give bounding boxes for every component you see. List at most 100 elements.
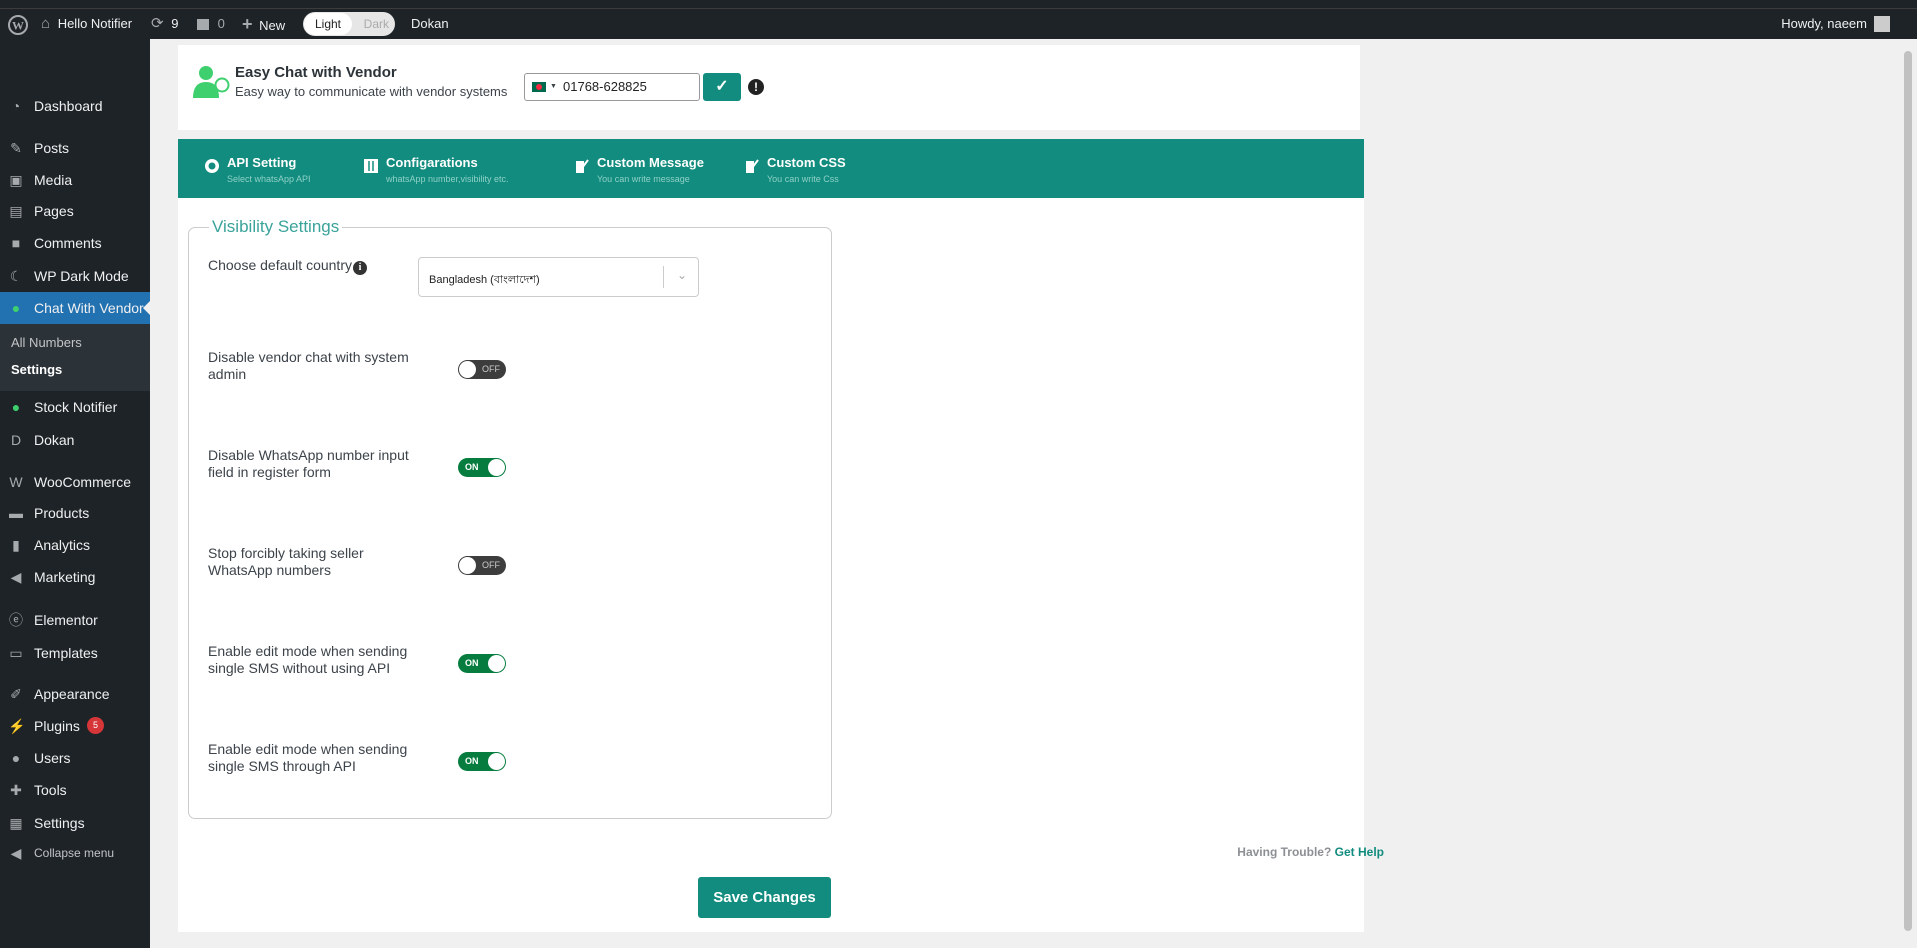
sidebar-item-woocommerce[interactable]: W WooCommerce xyxy=(0,466,150,498)
tab-subtitle: You can write message xyxy=(597,174,690,184)
verify-phone-button[interactable]: ✓ xyxy=(703,73,741,101)
sidebar-item-label: Plugins xyxy=(34,718,80,734)
sidebar-item-appearance[interactable]: ✐ Appearance xyxy=(0,678,150,710)
sidebar-item-media[interactable]: ▣ Media xyxy=(0,164,150,196)
submenu-all-numbers[interactable]: All Numbers xyxy=(11,335,82,350)
moon-icon: ☾ xyxy=(9,268,23,284)
tab-title: Custom CSS xyxy=(767,155,846,170)
woo-icon: W xyxy=(9,474,23,490)
toggle-state: ON xyxy=(465,756,479,766)
setting-label: Enable edit mode when sending single SMS… xyxy=(208,741,408,774)
sidebar-item-marketing[interactable]: ◀ Marketing xyxy=(0,561,150,593)
toggle-knob[interactable] xyxy=(459,557,476,574)
phone-input[interactable]: ▼ 01768-628825 xyxy=(524,73,700,101)
dokan-link[interactable]: Dokan xyxy=(411,9,449,39)
plugin-header-card: Easy Chat with Vendor Easy way to commun… xyxy=(178,45,1360,130)
sidebar-item-label: Chat With Vendor xyxy=(34,300,144,316)
sidebar-item-settings[interactable]: ▦ Settings xyxy=(0,807,150,839)
sidebar-item-label: Marketing xyxy=(34,569,96,585)
fieldset-legend: Visibility Settings xyxy=(209,217,343,237)
edit-icon xyxy=(574,158,590,174)
sidebar-item-label: Appearance xyxy=(34,686,110,702)
chevron-down-icon: ⌄ xyxy=(676,268,687,282)
setting-label: Enable edit mode when sending single SMS… xyxy=(208,643,408,676)
pages-icon: ▤ xyxy=(9,203,23,219)
megaphone-icon: ◀ xyxy=(10,569,22,585)
site-name-link[interactable]: ⌂ Hello Notifier xyxy=(41,9,132,39)
sidebar-item-dashboard[interactable]: ◔ Dashboard xyxy=(0,90,150,122)
save-changes-button[interactable]: Save Changes xyxy=(698,877,831,918)
setting-toggle[interactable]: OFF xyxy=(458,360,506,379)
home-icon: ⌂ xyxy=(41,15,51,32)
toggle-knob[interactable] xyxy=(488,753,505,770)
browser-strip xyxy=(0,0,1917,9)
sidebar-item-label: WooCommerce xyxy=(34,474,131,490)
sidebar-item-label: Settings xyxy=(34,815,85,831)
setting-toggle[interactable]: ON xyxy=(458,752,506,771)
sidebar-item-collapse-menu[interactable]: ◀ Collapse menu xyxy=(0,837,150,869)
sidebar-item-wp-dark-mode[interactable]: ☾ WP Dark Mode xyxy=(0,260,150,292)
svg-text:W: W xyxy=(12,18,24,32)
bangladesh-flag-icon[interactable] xyxy=(532,82,546,92)
edit-icon xyxy=(744,158,760,174)
sidebar-item-plugins[interactable]: ⚡ Plugins 5 xyxy=(0,710,150,742)
sidebar-item-comments[interactable]: ■ Comments xyxy=(0,227,150,259)
user-icon: ● xyxy=(11,750,21,766)
sidebar-item-elementor[interactable]: ⓔ Elementor xyxy=(0,604,150,636)
sidebar-item-products[interactable]: ▬ Products xyxy=(0,497,150,529)
light-mode-option[interactable]: Light xyxy=(304,13,352,35)
settings-icon: ▦ xyxy=(9,815,23,831)
info-icon[interactable]: i xyxy=(352,261,367,275)
tab-subtitle: You can write Css xyxy=(767,174,839,184)
elementor-icon: ⓔ xyxy=(9,612,23,628)
sidebar-item-users[interactable]: ● Users xyxy=(0,742,150,774)
visibility-settings-fieldset: Visibility Settings Choose default count… xyxy=(188,217,832,819)
dokan-icon: D xyxy=(10,432,22,448)
comments-link[interactable]: 0 xyxy=(197,9,225,39)
setting-label: Disable WhatsApp number input field in r… xyxy=(208,447,409,480)
sidebar-item-label: Comments xyxy=(34,235,102,251)
toggle-knob[interactable] xyxy=(488,459,505,476)
setting-label: Disable vendor chat with system admin xyxy=(208,349,409,382)
setting-toggle[interactable]: OFF xyxy=(458,556,506,575)
new-content-link[interactable]: + New xyxy=(242,9,285,39)
sidebar-item-label: Pages xyxy=(34,203,74,219)
sidebar-item-label: Products xyxy=(34,505,90,521)
tab-subtitle: Select whatsApp API xyxy=(227,174,311,184)
page-scrollbar[interactable] xyxy=(1899,39,1917,948)
dark-mode-option[interactable]: Dark xyxy=(364,12,389,36)
phone-value[interactable]: 01768-628825 xyxy=(563,74,647,100)
setting-toggle[interactable]: ON xyxy=(458,458,506,477)
avatar[interactable] xyxy=(1874,16,1890,32)
sidebar-item-dokan[interactable]: D Dokan xyxy=(0,424,150,456)
chat-vendor-icon: ● xyxy=(11,300,21,316)
scrollbar-thumb[interactable] xyxy=(1904,51,1912,931)
sidebar-item-analytics[interactable]: ▮ Analytics xyxy=(0,529,150,561)
default-country-select[interactable]: Bangladesh (বাংলাদেশ) ⌄ xyxy=(418,257,699,297)
sidebar-item-chat-with-vendor[interactable]: ● Chat With Vendor xyxy=(0,292,150,324)
setting-toggle[interactable]: ON xyxy=(458,654,506,673)
get-help-link[interactable]: Get Help xyxy=(1335,845,1384,859)
toggle-state: ON xyxy=(465,462,479,472)
howdy-user[interactable]: Howdy, naeem xyxy=(1781,9,1867,39)
updates-link[interactable]: ⟳ 9 xyxy=(151,9,178,39)
sidebar-item-pages[interactable]: ▤ Pages xyxy=(0,195,150,227)
dark-mode-switch[interactable]: Light Dark xyxy=(303,12,395,36)
toggle-knob[interactable] xyxy=(459,361,476,378)
toggle-state: OFF xyxy=(482,364,500,374)
sidebar-item-posts[interactable]: ✎ Posts xyxy=(0,132,150,164)
toggle-state: ON xyxy=(465,658,479,668)
toggle-knob[interactable] xyxy=(488,655,505,672)
alert-icon[interactable]: ! xyxy=(748,79,764,95)
sidebar-item-stock-notifier[interactable]: ● Stock Notifier xyxy=(0,391,150,423)
wordpress-logo-icon[interactable]: W xyxy=(8,9,28,39)
tab-title: Configarations xyxy=(386,155,478,170)
sidebar-item-tools[interactable]: ✚ Tools xyxy=(0,774,150,806)
country-caret-icon[interactable]: ▼ xyxy=(550,74,557,100)
archive-icon: ▬ xyxy=(9,505,23,521)
submenu-settings[interactable]: Settings xyxy=(11,362,62,377)
country-label-text: Choose default country xyxy=(208,257,352,273)
plus-icon: + xyxy=(242,14,253,34)
sliders-icon xyxy=(363,158,379,174)
sidebar-item-templates[interactable]: ▭ Templates xyxy=(0,637,150,669)
